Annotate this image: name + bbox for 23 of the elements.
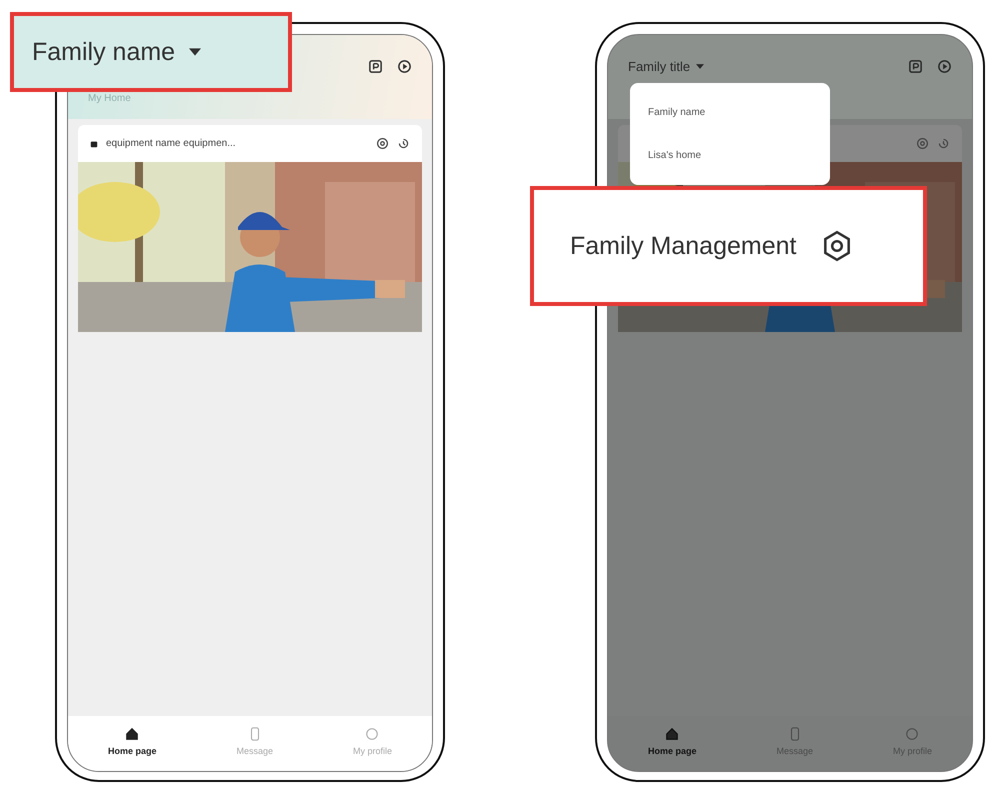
nav-tab[interactable]: Home page [102,726,162,757]
caret-icon [189,48,202,56]
profile-icon [905,727,920,741]
profile-icon [365,727,380,741]
history-icon[interactable] [397,137,410,150]
menu-item[interactable]: Lisa's home [630,134,830,177]
nav-tab[interactable]: My profile [346,726,398,757]
play-icon[interactable] [937,58,952,74]
family-management: Family Management [570,232,796,260]
caret-icon [696,64,704,68]
device-name: equipment name equipmen... [106,138,236,149]
home-icon [665,727,680,741]
home-icon [125,727,140,741]
family-name: Family name [32,38,176,66]
device-card[interactable]: equipment name equipmen... [78,125,422,332]
section-label: My Home [88,93,132,104]
family-selector[interactable]: Family title [628,58,908,74]
settings-icon[interactable] [376,137,389,150]
play-icon[interactable] [397,58,412,74]
nav-tab[interactable]: Message [230,726,279,757]
menu-item[interactable]: Family name [630,91,830,134]
camera-icon [90,140,98,148]
nav-tab[interactable]: Home page [642,726,702,757]
